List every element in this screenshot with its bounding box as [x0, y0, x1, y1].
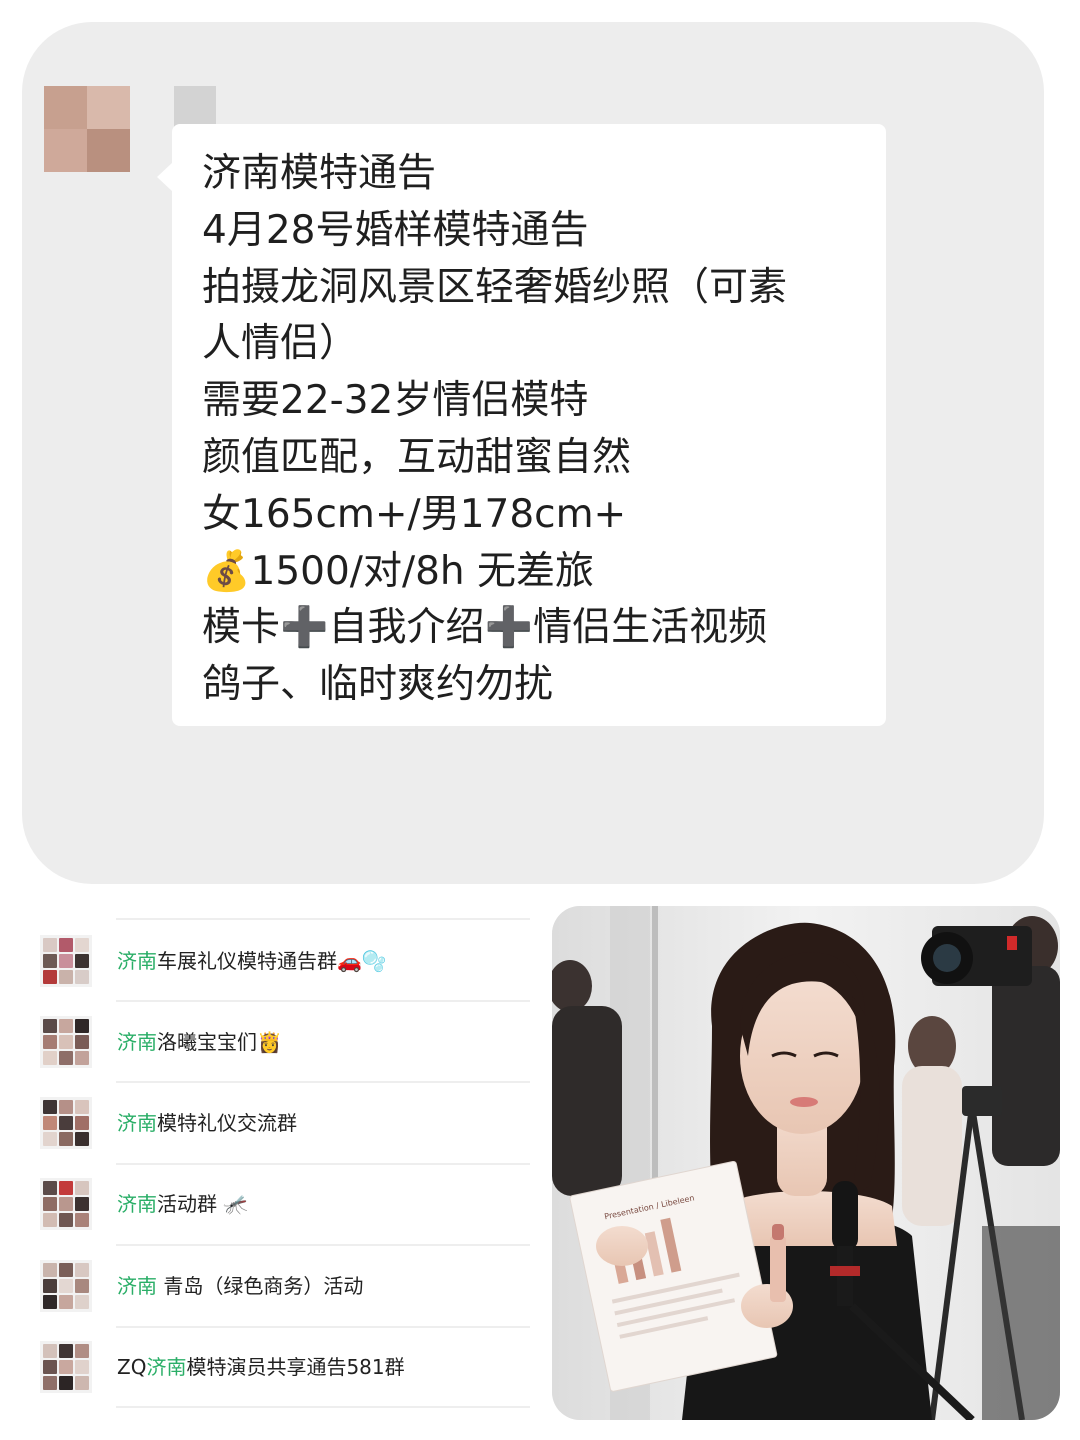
group-name-rest: 车展礼仪模特通告群🚗🫧	[157, 949, 387, 973]
group-avatar	[40, 1341, 92, 1393]
list-divider	[116, 1000, 530, 1002]
group-name: ZQ济南模特演员共享通告581群	[117, 1352, 405, 1382]
group-name: 济南 青岛（绿色商务）活动	[117, 1271, 363, 1301]
group-avatar	[40, 1178, 92, 1230]
group-name-highlight: 济南	[117, 1274, 157, 1298]
group-name-highlight: 济南	[117, 1030, 157, 1054]
studio-photo: Presentation / Libeleen	[552, 906, 1060, 1420]
studio-photo-illustration: Presentation / Libeleen	[552, 906, 1060, 1420]
group-name-highlight: 济南	[117, 949, 157, 973]
list-divider	[116, 1244, 530, 1246]
group-name-rest: 模特演员共享通告581群	[186, 1355, 405, 1379]
group-avatar	[40, 1016, 92, 1068]
group-avatar	[40, 1097, 92, 1149]
group-chat-list: 济南车展礼仪模特通告群🚗🫧 济南洛曦宝宝们👸 济南模特礼仪交流群 济南活动群 🦟	[40, 900, 530, 1420]
group-list-item[interactable]: 济南活动群 🦟	[40, 1178, 530, 1238]
message-line: 鸽子、临时爽约勿扰	[202, 662, 554, 708]
group-list-item[interactable]: ZQ济南模特演员共享通告581群	[40, 1341, 530, 1401]
message-line: 💰1500/对/8h 无差旅	[202, 548, 595, 594]
group-list-item[interactable]: 济南车展礼仪模特通告群🚗🫧	[40, 935, 530, 995]
list-divider	[116, 1406, 530, 1408]
group-name-rest: 模特礼仪交流群	[157, 1111, 297, 1135]
sender-name-blurred	[174, 86, 216, 128]
message-line: 4月28号婚样模特通告	[202, 207, 589, 253]
message-line: 模卡➕自我介绍➕情侣生活视频	[202, 605, 768, 651]
sender-avatar[interactable]	[44, 86, 130, 172]
group-name: 济南洛曦宝宝们👸	[117, 1027, 282, 1057]
list-divider	[116, 1326, 530, 1328]
group-name-highlight: 济南	[117, 1111, 157, 1135]
group-name-highlight: 济南	[117, 1192, 157, 1216]
message-line: 拍摄龙洞风景区轻奢婚纱照（可素	[202, 264, 788, 310]
message-bubble[interactable]: 济南模特通告 4月28号婚样模特通告 拍摄龙洞风景区轻奢婚纱照（可素 人情侣） …	[172, 124, 886, 726]
group-avatar	[40, 1260, 92, 1312]
group-name: 济南活动群 🦟	[117, 1189, 248, 1219]
message-line: 济南模特通告	[202, 151, 437, 196]
list-divider	[116, 918, 530, 920]
list-divider	[116, 1081, 530, 1083]
group-list-item[interactable]: 济南模特礼仪交流群	[40, 1097, 530, 1157]
group-name: 济南模特礼仪交流群	[117, 1108, 297, 1138]
message-line: 需要22-32岁情侣模特	[202, 378, 589, 424]
message-line: 颜值匹配，互动甜蜜自然	[202, 434, 632, 480]
bubble-tail	[157, 162, 173, 192]
list-divider	[116, 1163, 530, 1165]
group-name-prefix: ZQ	[117, 1355, 147, 1379]
group-name-rest: 青岛（绿色商务）活动	[157, 1274, 364, 1298]
group-avatar	[40, 935, 92, 987]
group-list-item[interactable]: 济南洛曦宝宝们👸	[40, 1016, 530, 1076]
group-name-highlight: 济南	[146, 1355, 187, 1379]
group-name: 济南车展礼仪模特通告群🚗🫧	[117, 946, 387, 976]
group-name-rest: 洛曦宝宝们👸	[157, 1030, 282, 1054]
group-list-item[interactable]: 济南 青岛（绿色商务）活动	[40, 1260, 530, 1320]
message-line: 人情侣）	[202, 321, 359, 367]
message-line: 女165cm+/男178cm+	[202, 491, 627, 537]
group-name-rest: 活动群 🦟	[157, 1192, 249, 1216]
